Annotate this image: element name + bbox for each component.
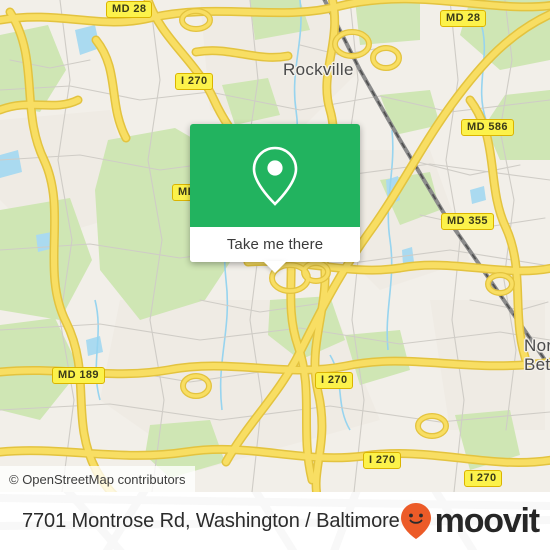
shield-i-270-right: I 270 — [464, 470, 503, 487]
shield-i-270-mid: I 270 — [315, 372, 354, 389]
footer-content: 7701 Montrose Rd, Washington / Baltimore… — [0, 492, 550, 550]
shield-i-270-lower: I 270 — [363, 452, 402, 469]
shield-md-28-north: MD 28 — [106, 1, 153, 18]
shield-md-189: MD 189 — [52, 367, 105, 384]
take-me-there-label[interactable]: Take me there — [227, 236, 323, 253]
shield-md-28-east: MD 28 — [440, 10, 487, 27]
moovit-map-screen: Rockville North Bethesda MD 28 MD 28 I 2… — [0, 0, 550, 550]
moovit-wordmark: moovit — [434, 502, 540, 540]
popup-footer[interactable]: Take me there — [190, 227, 360, 262]
osm-attribution-text[interactable]: © OpenStreetMap contributors — [9, 472, 186, 487]
popup-pointer-tail — [263, 261, 287, 273]
shield-md-355-right: MD 355 — [441, 213, 494, 230]
location-popup-card[interactable]: Take me there — [190, 124, 360, 273]
popup-header — [190, 124, 360, 227]
footer-bar: 7701 Montrose Rd, Washington / Baltimore… — [0, 492, 550, 550]
moovit-brand[interactable]: moovit — [400, 502, 540, 540]
shield-i-270-upper: I 270 — [175, 73, 214, 90]
location-pin-icon — [252, 146, 298, 206]
shield-md-586: MD 586 — [461, 119, 514, 136]
address-label: 7701 Montrose Rd, Washington / Baltimore — [22, 509, 400, 532]
moovit-smiley-pin-icon — [400, 503, 431, 539]
osm-attribution[interactable]: © OpenStreetMap contributors — [0, 466, 195, 492]
map-canvas[interactable]: Rockville North Bethesda MD 28 MD 28 I 2… — [0, 0, 550, 492]
